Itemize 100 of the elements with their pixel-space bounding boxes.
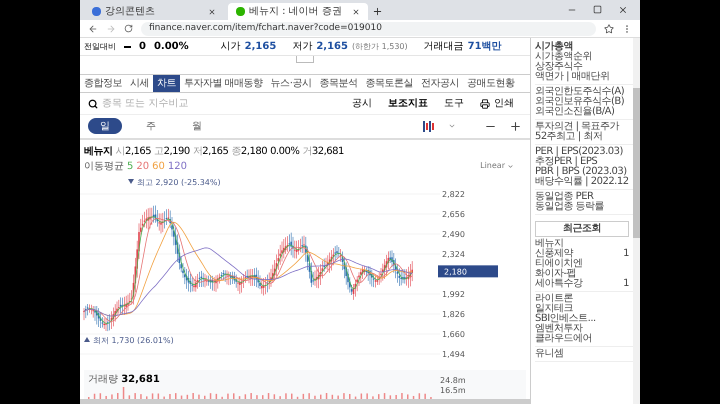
search-field[interactable]: 종목 또는 지수비교 — [102, 96, 344, 112]
stat-label: 동일업종 PER — [535, 192, 594, 202]
recent-stock-link[interactable]: 엠벤처투자 — [535, 324, 582, 334]
nav-tab[interactable]: 뉴스·공시 — [266, 74, 316, 92]
price-axis-label: 1,660 — [442, 330, 465, 339]
period-tab[interactable]: 주 — [134, 118, 168, 134]
quote-label: 시가 — [220, 40, 241, 54]
back-icon[interactable] — [88, 24, 98, 34]
maximize-icon[interactable] — [593, 5, 602, 14]
price-axis-label: 2,822 — [442, 190, 465, 199]
stat-label: 투자의견 | 목표주가 — [535, 122, 620, 132]
stat-label: 배당수익률 | 2022.12 — [535, 177, 630, 187]
star-icon[interactable] — [604, 24, 614, 34]
tool-button[interactable]: 공시 — [344, 96, 380, 112]
low-annotation: 최저 1,730 (26.01%) — [93, 336, 174, 345]
recent-stock-link[interactable]: 신풍제약 — [535, 249, 573, 259]
recent-stock-link[interactable]: 티에이치엔 — [535, 259, 582, 269]
ohlc-value: 시2,165 — [116, 144, 152, 159]
ohlc-value: 저2,165 — [192, 144, 228, 159]
period-tab[interactable]: 일 — [88, 118, 122, 134]
stat-label: 상장주식수 — [535, 62, 582, 72]
recent-tab[interactable]: 최근조회 — [535, 221, 629, 237]
tool-button[interactable]: 보조지표 — [380, 96, 436, 112]
stat-label: 시가총액순위 — [535, 52, 593, 62]
moving-average-label: 이동평균 — [84, 160, 124, 174]
change-value: 0 — [139, 40, 146, 54]
stat-label: PBR | BPS (2023.03) — [535, 167, 627, 177]
volume-axis-label: 16.5m — [440, 386, 466, 396]
stat-label: 외국인한도주식수(A) — [535, 87, 626, 97]
stat-label: 52주최고 | 최저 — [535, 132, 604, 142]
stat-label: 동일업종 등락률 — [535, 202, 606, 212]
recent-stock-link[interactable]: 베뉴지 — [535, 239, 564, 249]
recent-stock-link[interactable]: 세아특수강 — [535, 279, 582, 289]
reload-icon[interactable] — [124, 24, 133, 33]
price-axis-label: 1,992 — [442, 290, 465, 299]
search-icon — [88, 98, 98, 109]
recent-stock-link[interactable]: 화이자-펩 — [535, 269, 576, 279]
price-axis-label: 2,324 — [442, 250, 465, 259]
nav-tab[interactable]: 차트 — [153, 74, 180, 92]
url-field[interactable]: finance.naver.com/item/fchart.naver?code=019010 — [141, 22, 596, 36]
quote-note: (하한가 1,530) — [352, 40, 408, 53]
recent-stock-link[interactable]: 유니셈 — [535, 349, 564, 359]
nav-tab[interactable]: 종목분석 — [315, 74, 362, 92]
recent-stock-link[interactable]: SBI인베스트... — [535, 314, 596, 324]
moving-average-period[interactable]: 120 — [168, 158, 187, 174]
close-icon[interactable] — [618, 5, 628, 15]
nav-tab[interactable]: 공매도현황 — [462, 74, 518, 92]
high-marker-icon — [128, 178, 134, 184]
close-icon[interactable] — [208, 8, 216, 16]
stat-label: 시가총액 — [535, 42, 573, 52]
printer-icon — [480, 98, 490, 109]
new-tab-icon[interactable] — [372, 6, 383, 17]
tab-title: 강의콘텐츠 — [105, 5, 156, 19]
stat-label: 외국인소진율(B/A) — [535, 107, 616, 117]
recent-stock-link[interactable]: 클라우드에어 — [535, 334, 592, 344]
volume-label: 거래량 32,681 — [88, 372, 161, 387]
tab-title: 베뉴지 : 네이버 증권 — [249, 5, 343, 19]
stat-label: 액면가 | 매매단위 — [535, 72, 611, 82]
quote-value: 71백만 — [468, 40, 502, 54]
candle-type-icon[interactable] — [422, 120, 436, 132]
nav-tab[interactable]: 투자자별 매매동향 — [180, 74, 267, 92]
quote-value: 2,165 — [244, 40, 276, 54]
period-tab[interactable]: 월 — [180, 118, 214, 134]
stock-name: 베뉴지 — [84, 144, 112, 159]
stat-label: PER | EPS(2023.03) — [535, 147, 624, 157]
tool-button[interactable]: 인쇄 — [472, 96, 522, 112]
nav-tab[interactable]: 종목토론실 — [361, 74, 417, 92]
site-icon — [92, 7, 101, 16]
dash-icon — [124, 46, 131, 48]
quote-label: 거래대금 — [424, 40, 464, 54]
price-axis-label: 2,656 — [442, 210, 465, 219]
scale-dropdown[interactable]: Linear — [480, 160, 514, 172]
nav-tab[interactable]: 종합정보 — [80, 74, 126, 92]
stat-label: 외국인보유주식수(B) — [535, 97, 626, 107]
price-axis-label: 1,826 — [442, 310, 465, 319]
ohlc-value: 고2,190 — [154, 144, 190, 159]
recent-count: 1 — [623, 279, 629, 289]
current-price-label: 2,180 — [438, 265, 498, 278]
change-rate: 0.00% — [154, 40, 189, 54]
price-axis-label: 2,490 — [442, 230, 465, 239]
vertical-scrollbar[interactable] — [633, 38, 640, 404]
tool-button[interactable]: 도구 — [436, 96, 472, 112]
zoom-in-icon[interactable] — [509, 120, 522, 133]
nav-tab[interactable]: 시세 — [126, 74, 153, 92]
ohlc-value: 종2,180 — [231, 144, 268, 159]
site-icon — [236, 7, 245, 16]
close-icon[interactable] — [352, 8, 360, 16]
change-label: 전일대비 — [84, 40, 116, 53]
recent-stock-link[interactable]: 라이트론 — [535, 294, 573, 304]
high-annotation: 최고 2,920 (-25.34%) — [137, 178, 221, 187]
volume-axis-label: 24.8m — [440, 376, 466, 386]
browser-tab[interactable]: 강의콘텐츠 — [84, 3, 224, 20]
recent-stock-link[interactable]: 일지테크 — [535, 304, 573, 314]
horizontal-scrollbar[interactable] — [80, 398, 530, 404]
browser-tab[interactable]: 베뉴지 : 네이버 증권 — [228, 3, 368, 20]
quote-value: 2,165 — [316, 40, 348, 54]
quote-label: 저가 — [292, 40, 312, 54]
nav-tab[interactable]: 전자공시 — [416, 74, 463, 92]
stat-label: 추정PER | EPS — [535, 157, 598, 167]
caret-icon — [507, 162, 514, 170]
